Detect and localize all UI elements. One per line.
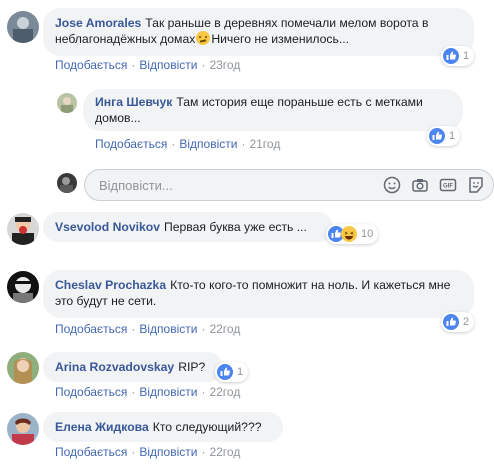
camera-icon[interactable] <box>410 175 430 195</box>
haha-icon <box>341 226 357 242</box>
avatar[interactable] <box>7 413 39 445</box>
reply-link[interactable]: Відповісти <box>139 385 197 399</box>
comment-actions: Подобається · Відповісти · 22год <box>55 445 241 459</box>
reply-link[interactable]: Відповісти <box>139 322 197 336</box>
reply-input[interactable] <box>97 177 351 194</box>
confused-face-emoji <box>196 31 211 45</box>
like-link[interactable]: Подобається <box>55 322 127 336</box>
reaction-count: 10 <box>361 228 374 240</box>
reaction-summary[interactable]: 1 <box>215 362 249 382</box>
reply-composer: GIF <box>84 169 494 201</box>
like-link[interactable]: Подобається <box>95 137 167 151</box>
comment-time[interactable]: 23год <box>209 58 240 72</box>
avatar[interactable] <box>7 271 39 303</box>
reply-link[interactable]: Відповісти <box>139 58 197 72</box>
comment-text-continued: Ничего не изменилось... <box>211 32 350 46</box>
avatar[interactable] <box>57 93 77 113</box>
like-icon <box>217 364 233 380</box>
like-icon <box>429 128 445 144</box>
smiley-icon[interactable] <box>382 175 402 195</box>
comment-time[interactable]: 22год <box>209 385 240 399</box>
comment-time[interactable]: 22год <box>209 445 240 459</box>
like-link[interactable]: Подобається <box>55 58 127 72</box>
reaction-count: 1 <box>237 366 244 378</box>
comment-bubble: Cheslav Prochazka Кто-то кого-то помножит… <box>43 270 474 318</box>
reaction-count: 2 <box>463 316 470 328</box>
comment-bubble: Елена Жидкова Кто следующий??? <box>43 412 283 442</box>
reaction-count: 1 <box>449 130 456 142</box>
reaction-summary[interactable]: 1 <box>441 46 475 66</box>
comment-time[interactable]: 21год <box>249 137 280 151</box>
comment-author[interactable]: Vsevolod Novikov <box>55 220 160 234</box>
avatar[interactable] <box>7 352 39 384</box>
comment-bubble: Jose Amorales Так раньше в деревнях помеч… <box>43 8 474 56</box>
comment-bubble: Инга Шевчук Там история еще пораньше есть… <box>83 89 463 131</box>
comment-text: Кто следующий??? <box>152 420 262 434</box>
like-link[interactable]: Подобається <box>55 445 127 459</box>
reaction-summary[interactable]: 1 <box>427 126 461 146</box>
reaction-summary[interactable]: 2 <box>441 312 475 332</box>
comment-author[interactable]: Arina Rozvadovskay <box>55 360 174 374</box>
comment-text: RIP? <box>178 360 206 374</box>
comment-actions: Подобається · Відповісти · 21год <box>95 137 281 151</box>
comment-bubble: Arina Rozvadovskay RIP? <box>43 352 223 382</box>
gif-icon-label: GIF <box>443 184 453 190</box>
comment-author[interactable]: Инга Шевчук <box>95 95 172 109</box>
comment-actions: Подобається · Відповісти · 23год <box>55 58 241 72</box>
comment-actions: Подобається · Відповісти · 22год <box>55 322 241 336</box>
comment-text: Первая буква уже есть ... <box>163 220 307 234</box>
sticker-icon[interactable] <box>466 175 486 195</box>
like-link[interactable]: Подобається <box>55 385 127 399</box>
reaction-summary[interactable]: 10 <box>326 224 379 244</box>
like-icon <box>443 314 459 330</box>
reply-link[interactable]: Відповісти <box>139 445 197 459</box>
comment-author[interactable]: Cheslav Prochazka <box>55 278 166 292</box>
like-icon <box>443 48 459 64</box>
avatar <box>57 173 77 193</box>
reaction-count: 1 <box>463 50 470 62</box>
comment-author[interactable]: Елена Жидкова <box>55 420 149 434</box>
avatar[interactable] <box>7 11 39 43</box>
gif-icon[interactable]: GIF <box>438 175 458 195</box>
comment-author[interactable]: Jose Amorales <box>55 16 141 30</box>
comment-actions: Подобається · Відповісти · 22год <box>55 385 241 399</box>
reply-link[interactable]: Відповісти <box>179 137 237 151</box>
comment-bubble: Vsevolod Novikov Первая буква уже есть ..… <box>43 212 333 242</box>
avatar[interactable] <box>7 213 39 245</box>
comment-time[interactable]: 22год <box>209 322 240 336</box>
